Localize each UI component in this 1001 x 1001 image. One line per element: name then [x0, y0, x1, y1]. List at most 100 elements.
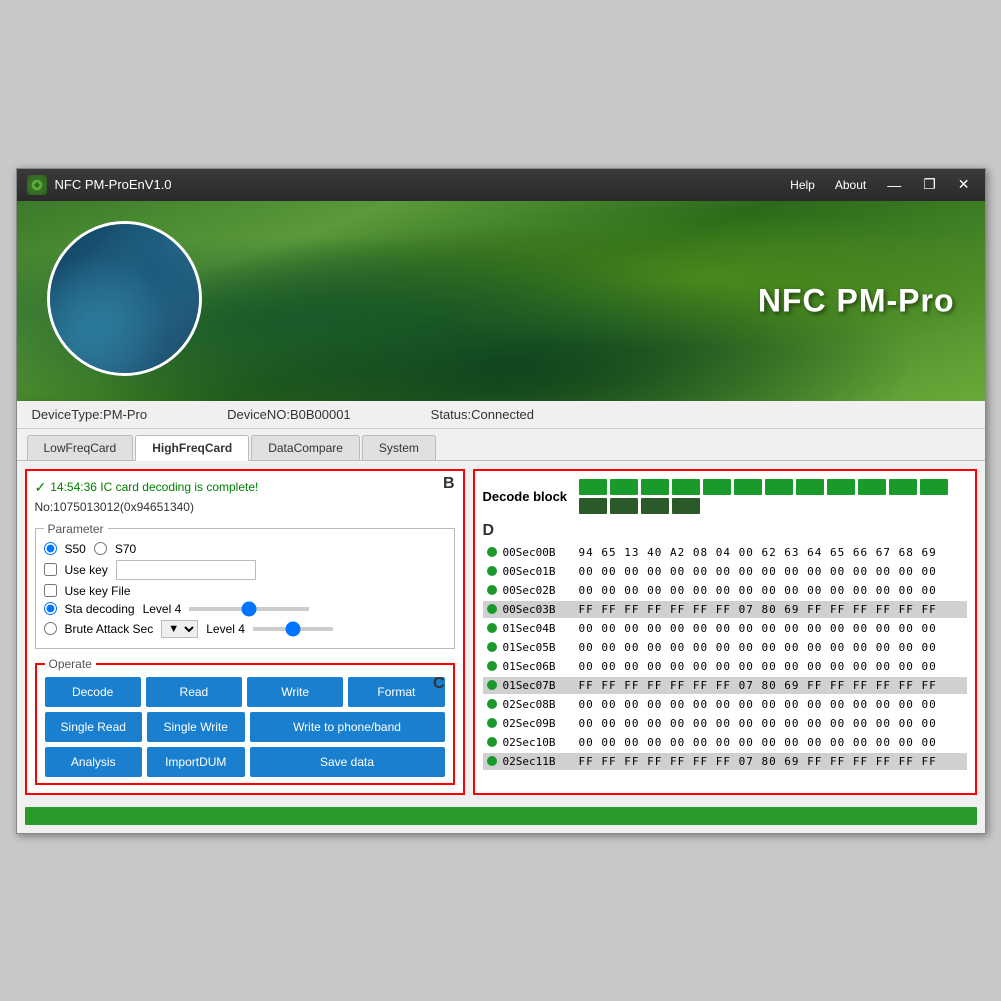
button-row-3: Analysis ImportDUM Save data [45, 747, 445, 777]
statusbar: DeviceType:PM-Pro DeviceNO:B0B00001 Stat… [17, 401, 985, 429]
level2-label: Level 4 [206, 622, 245, 636]
row-label: 00Sec00B [503, 546, 573, 559]
tab-lowfreq[interactable]: LowFreqCard [27, 435, 134, 460]
card-no: No:1075013012(0x94651340) [35, 500, 455, 514]
row-values: 00 00 00 00 00 00 00 00 00 00 00 00 00 0… [579, 565, 937, 578]
use-key-file-row: Use key File [44, 584, 446, 598]
minimize-button[interactable]: — [882, 176, 906, 194]
main-content: B ✓ 14:54:36 IC card decoding is complet… [17, 461, 985, 803]
parameter-legend: Parameter [44, 522, 108, 536]
sta-decoding-label: Sta decoding [65, 602, 135, 616]
table-row: 02Sec09B00 00 00 00 00 00 00 00 00 00 00… [483, 715, 967, 732]
s70-radio[interactable] [94, 542, 107, 555]
use-key-checkbox[interactable] [44, 563, 57, 576]
table-row: 00Sec03BFF FF FF FF FF FF FF 07 80 69 FF… [483, 601, 967, 618]
decode-block-12 [579, 498, 607, 514]
about-button[interactable]: About [831, 176, 870, 194]
level-label: Level 4 [143, 602, 182, 616]
row-label: 02Sec08B [503, 698, 573, 711]
row-label: 01Sec04B [503, 622, 573, 635]
use-key-row: Use key [44, 560, 446, 580]
row-status-dot [487, 566, 497, 576]
write-btn[interactable]: Write [247, 677, 343, 707]
key-input[interactable] [116, 560, 256, 580]
single-write-btn[interactable]: Single Write [147, 712, 245, 742]
main-window: NFC PM-ProEnV1.0 Help About — ❐ ✕ NFC PM… [16, 168, 986, 834]
tab-datacompare[interactable]: DataCompare [251, 435, 360, 460]
bottom-status-bar [25, 807, 977, 825]
status-message: ✓ 14:54:36 IC card decoding is complete! [35, 479, 455, 496]
brute-level-select[interactable]: ▼ [161, 620, 198, 638]
decode-block-4 [703, 479, 731, 495]
row-values: FF FF FF FF FF FF FF 07 80 69 FF FF FF F… [579, 603, 937, 616]
decode-header: Decode block [483, 479, 967, 514]
row-values: 00 00 00 00 00 00 00 00 00 00 00 00 00 0… [579, 584, 937, 597]
banner-circle-inner [50, 224, 199, 373]
decode-block-6 [765, 479, 793, 495]
write-phone-btn[interactable]: Write to phone/band [250, 712, 445, 742]
decode-block-15 [672, 498, 700, 514]
titlebar-right: Help About — ❐ ✕ [786, 175, 974, 194]
row-status-dot [487, 756, 497, 766]
device-no: DeviceNO:B0B00001 [227, 407, 351, 422]
use-key-file-label: Use key File [65, 584, 131, 598]
table-row: 01Sec06B00 00 00 00 00 00 00 00 00 00 00… [483, 658, 967, 675]
s50-radio[interactable] [44, 542, 57, 555]
right-panel-label: D [483, 522, 967, 540]
table-row: 02Sec11BFF FF FF FF FF FF FF 07 80 69 FF… [483, 753, 967, 770]
parameter-group: Parameter S50 S70 Use key Use key File [35, 522, 455, 649]
decode-block-5 [734, 479, 762, 495]
table-row: 02Sec10B00 00 00 00 00 00 00 00 00 00 00… [483, 734, 967, 751]
row-values: 00 00 00 00 00 00 00 00 00 00 00 00 00 0… [579, 622, 937, 635]
sta-decoding-radio[interactable] [44, 602, 57, 615]
row-label: 02Sec09B [503, 717, 573, 730]
analysis-btn[interactable]: Analysis [45, 747, 143, 777]
level-slider[interactable] [189, 607, 309, 611]
row-label: 02Sec11B [503, 755, 573, 768]
row-status-dot [487, 604, 497, 614]
card-type-row: S50 S70 [44, 542, 446, 556]
row-label: 00Sec02B [503, 584, 573, 597]
tab-highfreq[interactable]: HighFreqCard [135, 435, 249, 461]
operate-group: Operate C Decode Read Write Format Singl… [35, 657, 455, 785]
row-status-dot [487, 661, 497, 671]
table-row: 00Sec00B 94 65 13 40 A2 08 04 00 62 63 64… [483, 544, 967, 561]
decode-btn[interactable]: Decode [45, 677, 141, 707]
row-status-dot [487, 680, 497, 690]
use-key-file-checkbox[interactable] [44, 584, 57, 597]
brute-label: Brute Attack Sec [65, 622, 154, 636]
banner-circle [47, 221, 202, 376]
read-btn[interactable]: Read [146, 677, 242, 707]
table-row: 01Sec07BFF FF FF FF FF FF FF 07 80 69 FF… [483, 677, 967, 694]
decode-block-11 [920, 479, 948, 495]
app-icon [27, 175, 47, 195]
help-button[interactable]: Help [786, 176, 819, 194]
save-btn[interactable]: Save data [250, 747, 445, 777]
decode-block-3 [672, 479, 700, 495]
decode-block-13 [610, 498, 638, 514]
decode-block-2 [641, 479, 669, 495]
status-check-icon: ✓ [35, 479, 47, 496]
banner: NFC PM-Pro [17, 201, 985, 401]
titlebar-left: NFC PM-ProEnV1.0 [27, 175, 172, 195]
close-button[interactable]: ✕ [953, 175, 975, 194]
single-read-btn[interactable]: Single Read [45, 712, 143, 742]
table-row: 00Sec02B 00 00 00 00 00 00 00 00 00 00 00… [483, 582, 967, 599]
row-label: 00Sec01B [503, 565, 573, 578]
table-row: 00Sec01B 00 00 00 00 00 00 00 00 00 00 00… [483, 563, 967, 580]
decode-block-8 [827, 479, 855, 495]
right-panel: Decode block D 00Sec00B 94 65 13 40 A2 08… [473, 469, 977, 795]
decode-blocks [579, 479, 966, 514]
maximize-button[interactable]: ❐ [918, 175, 941, 194]
brute-level-slider[interactable] [253, 627, 333, 631]
table-row: 02Sec08B00 00 00 00 00 00 00 00 00 00 00… [483, 696, 967, 713]
tab-system[interactable]: System [362, 435, 436, 460]
left-panel-label: B [443, 475, 455, 493]
format-btn[interactable]: Format [348, 677, 444, 707]
import-btn[interactable]: ImportDUM [147, 747, 245, 777]
brute-attack-radio[interactable] [44, 622, 57, 635]
row-values: 94 65 13 40 A2 08 04 00 62 63 64 65 66 6… [579, 546, 937, 559]
decode-block-14 [641, 498, 669, 514]
s50-label: S50 [65, 542, 86, 556]
row-label: 01Sec05B [503, 641, 573, 654]
